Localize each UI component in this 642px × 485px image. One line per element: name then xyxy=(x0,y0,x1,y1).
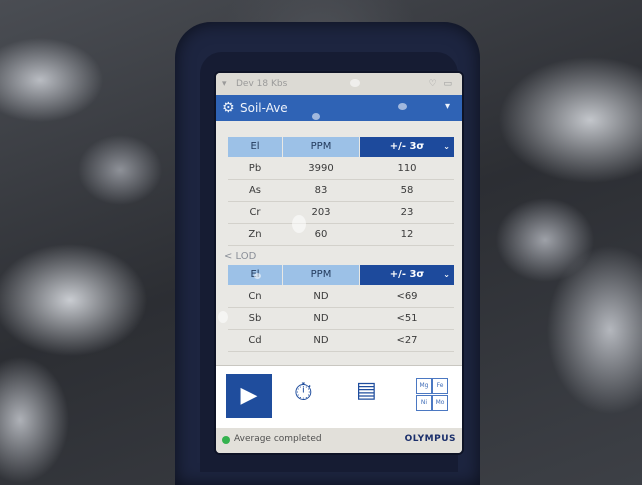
lod-section-label: < LOD xyxy=(224,251,257,262)
network-status: Dev 18 Kbs xyxy=(236,79,288,89)
column-header-ppm[interactable]: PPM xyxy=(283,137,359,157)
water-droplet xyxy=(218,311,228,323)
error-cell: 12 xyxy=(400,229,414,240)
periodic-cell: Fe xyxy=(432,378,448,394)
chevron-down-icon[interactable]: ⌄ xyxy=(443,265,450,285)
water-droplet xyxy=(398,103,407,110)
table-row: Cr 203 23 xyxy=(228,202,454,224)
element-cell: Pb xyxy=(248,163,262,174)
brand-logo: OLYMPUS xyxy=(404,434,456,444)
table-row: Cd ND <27 xyxy=(228,330,454,352)
status-ok-icon xyxy=(222,436,230,444)
column-header-error-label: +/- 3σ xyxy=(389,269,425,280)
signal-icon: ▾ xyxy=(222,79,227,89)
play-icon: ▶ xyxy=(240,383,258,408)
element-cell: As xyxy=(248,185,262,196)
column-header-element[interactable]: El xyxy=(228,137,282,157)
table-row: Pb 3990 110 xyxy=(228,158,454,180)
results-table-header: El PPM +/- 3σ ⌄ xyxy=(228,137,454,157)
chevron-down-icon[interactable]: ▾ xyxy=(445,101,450,112)
ppm-cell: ND xyxy=(313,291,329,302)
status-message: Average completed xyxy=(234,434,322,444)
error-cell: <69 xyxy=(396,291,418,302)
table-row: Cn ND <69 xyxy=(228,286,454,308)
message-icon[interactable]: ▤ xyxy=(356,378,377,403)
element-cell: Cd xyxy=(248,335,262,346)
water-droplet xyxy=(312,113,320,120)
element-cell: Cr xyxy=(249,207,261,218)
stopwatch-icon[interactable]: ⏱ xyxy=(294,378,313,406)
column-header-error[interactable]: +/- 3σ ⌄ xyxy=(360,265,454,285)
error-cell: 23 xyxy=(400,207,414,218)
ppm-cell: ND xyxy=(313,335,329,346)
bottom-tab-bar: ▶ ⏱ ▤ Mg Fe Ni Mo xyxy=(216,365,462,428)
status-footer: Average completed OLYMPUS xyxy=(216,428,462,453)
ppm-cell: ND xyxy=(313,313,329,324)
battery-icon: ♡ ▭ xyxy=(428,79,454,89)
error-cell: <51 xyxy=(396,313,418,324)
column-header-error-label: +/- 3σ xyxy=(389,141,425,152)
chevron-down-icon[interactable]: ⌄ xyxy=(443,137,450,157)
error-cell: <27 xyxy=(396,335,418,346)
column-header-error[interactable]: +/- 3σ ⌄ xyxy=(360,137,454,157)
column-header-ppm[interactable]: PPM xyxy=(283,265,359,285)
periodic-cell: Ni xyxy=(416,395,432,411)
device-screen: ▾ Dev 18 Kbs ♡ ▭ ⚙ Soil-Ave ▾ El PPM +/-… xyxy=(216,73,462,453)
table-row: Sb ND <51 xyxy=(228,308,454,330)
water-droplet xyxy=(292,215,306,233)
status-bar: ▾ Dev 18 Kbs ♡ ▭ xyxy=(216,73,462,95)
ppm-cell: 3990 xyxy=(308,163,334,174)
element-cell: Sb xyxy=(248,313,262,324)
element-cell: Cn xyxy=(248,291,262,302)
water-droplet xyxy=(254,273,261,279)
title-bar[interactable]: ⚙ Soil-Ave ▾ xyxy=(216,95,462,121)
water-droplet xyxy=(350,79,360,87)
play-button[interactable]: ▶ xyxy=(226,374,272,418)
periodic-cell: Mg xyxy=(416,378,432,394)
method-title: Soil-Ave xyxy=(240,101,288,115)
table-row: Zn 60 12 xyxy=(228,224,454,246)
lod-table-header: El PPM +/- 3σ⌄ xyxy=(228,265,454,285)
element-cell: Zn xyxy=(248,229,262,240)
table-row: As 83 58 xyxy=(228,180,454,202)
ppm-cell: 83 xyxy=(314,185,328,196)
gear-icon[interactable]: ⚙ xyxy=(222,100,235,116)
error-cell: 58 xyxy=(400,185,414,196)
periodic-table-icon[interactable]: Mg Fe Ni Mo xyxy=(416,378,448,412)
error-cell: 110 xyxy=(397,163,417,174)
periodic-cell: Mo xyxy=(432,395,448,411)
